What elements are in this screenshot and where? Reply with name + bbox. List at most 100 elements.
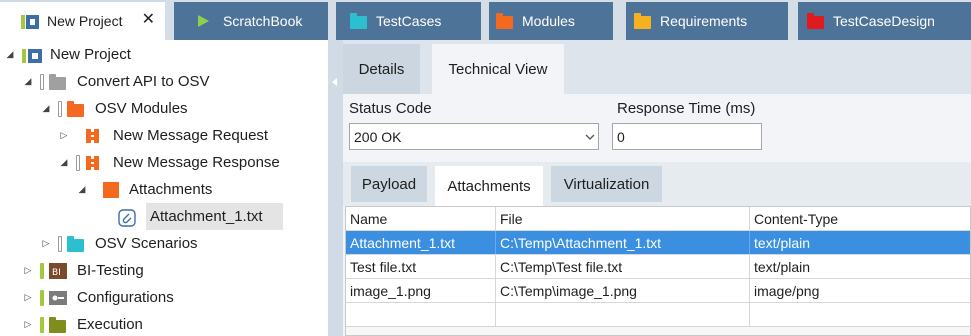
cell-name: image_1.png: [346, 279, 496, 302]
tab-modules[interactable]: Modules: [489, 2, 613, 40]
chevron-down-icon[interactable]: [581, 124, 598, 149]
response-time-label: Response Time (ms): [617, 100, 756, 117]
folder-gray-icon: [49, 73, 67, 90]
expand-icon[interactable]: ▷: [40, 238, 52, 249]
tree-item-label: Attachment_1.txt: [146, 203, 283, 230]
expand-icon[interactable]: ◢: [58, 157, 70, 168]
detail-panel: Details Technical View Status Code Respo…: [343, 40, 971, 336]
status-marker: [40, 73, 44, 90]
tree-item-label: Configurations: [77, 289, 174, 306]
folder-orange-icon: [496, 13, 514, 29]
close-icon[interactable]: ✕: [142, 12, 155, 28]
tab-testcases[interactable]: TestCases: [336, 2, 481, 40]
status-marker: [94, 182, 98, 198]
folder-orange-icon: [103, 181, 119, 198]
tree-item-new-project[interactable]: ◢ New Project: [4, 41, 131, 68]
play-icon: [198, 15, 209, 27]
status-code-value: 200 OK: [354, 128, 402, 145]
cell-content-type[interactable]: [750, 303, 970, 326]
expand-icon[interactable]: ◢: [22, 76, 34, 87]
tab-technical-view[interactable]: Technical View: [432, 44, 564, 94]
new-row[interactable]: [346, 303, 970, 327]
tab-payload[interactable]: Payload: [351, 166, 427, 202]
cell-file: C:\Temp\Test file.txt: [496, 255, 750, 278]
expand-icon[interactable]: ◢: [4, 49, 16, 60]
expand-icon[interactable]: ▷: [22, 292, 34, 303]
status-marker: [40, 262, 44, 279]
column-header-file[interactable]: File: [496, 207, 750, 230]
status-marker: [76, 128, 80, 144]
expand-icon[interactable]: ◢: [40, 103, 52, 114]
tab-details[interactable]: Details: [343, 44, 420, 94]
status-code-select[interactable]: 200 OK: [349, 123, 599, 150]
tree-item-configurations[interactable]: ▷ Configurations: [22, 284, 174, 311]
status-marker: [76, 154, 80, 171]
tab-new-project[interactable]: New Project ✕: [0, 0, 165, 40]
table-row[interactable]: Test file.txt C:\Temp\Test file.txt text…: [346, 255, 970, 279]
expand-icon[interactable]: ◢: [76, 184, 88, 195]
status-marker: [40, 289, 44, 306]
tab-scratchbook[interactable]: ScratchBook: [174, 2, 328, 40]
tab-attachments[interactable]: Attachments: [435, 166, 543, 206]
module-icon: [85, 155, 103, 171]
tree-item-osv-modules[interactable]: ◢ OSV Modules: [40, 95, 188, 122]
folder-olive-icon: [49, 316, 67, 333]
cell-content-type: text/plain: [754, 258, 811, 275]
svg-text:BI: BI: [52, 268, 61, 278]
table-row[interactable]: Attachment_1.txt C:\Temp\Attachment_1.tx…: [346, 231, 970, 255]
cell-file[interactable]: [496, 303, 750, 326]
collapse-arrow-icon[interactable]: [332, 78, 337, 86]
tree-item-label: New Message Response: [113, 154, 280, 171]
cell-content-type: text/plain: [754, 234, 811, 251]
tree-item-bi-testing[interactable]: ▷ BI BI-Testing: [22, 257, 144, 284]
tree-item-attachment-1[interactable]: Attachment_1.txt: [94, 203, 283, 230]
status-marker: [58, 100, 62, 117]
project-icon: [22, 47, 42, 63]
tree-item-label: OSV Scenarios: [95, 235, 198, 252]
tab-label: Requirements: [660, 13, 748, 29]
cell-name[interactable]: [346, 303, 496, 326]
tree-item-label: Convert API to OSV: [77, 73, 210, 90]
attachments-grid: Name File Content-Type Attachment_1.txt …: [345, 206, 971, 336]
column-header-name[interactable]: Name: [346, 207, 496, 230]
tab-label: Virtualization: [563, 175, 650, 193]
tree-item-new-message-request[interactable]: ▷ New Message Request: [58, 122, 269, 149]
tree-item-label: BI-Testing: [77, 262, 144, 279]
tab-label: Attachments: [447, 177, 531, 195]
tab-virtualization[interactable]: Virtualization: [551, 166, 662, 202]
project-tree: ◢ New Project ◢ Convert API to OSV ◢ OSV…: [0, 40, 328, 336]
panel-splitter[interactable]: [328, 40, 343, 336]
tab-label: Technical View: [448, 60, 548, 78]
document-tab-strip: New Project ✕ ScratchBook TestCases Modu…: [0, 0, 971, 40]
tree-item-execution[interactable]: ▷ Execution: [22, 311, 143, 336]
response-time-input[interactable]: 0: [612, 123, 762, 150]
folder-red-icon: [807, 13, 825, 29]
tree-item-convert-api[interactable]: ◢ Convert API to OSV: [22, 68, 210, 95]
project-icon: [21, 13, 39, 29]
expand-icon[interactable]: ▷: [22, 265, 34, 276]
column-header-content-type[interactable]: Content-Type: [750, 207, 970, 230]
tab-label: Payload: [361, 175, 417, 193]
tree-item-attachments[interactable]: ◢ Attachments: [76, 176, 213, 203]
tab-requirements[interactable]: Requirements: [626, 2, 788, 40]
module-icon: [85, 128, 103, 144]
tree-item-osv-scenarios[interactable]: ▷ OSV Scenarios: [40, 230, 198, 257]
status-marker: [58, 235, 62, 252]
folder-yellow-icon: [634, 13, 652, 29]
tab-testcasedesign[interactable]: TestCaseDesign: [798, 2, 971, 40]
tree-item-new-message-response[interactable]: ◢ New Message Response: [58, 149, 280, 176]
tab-label: New Project: [47, 13, 123, 29]
tree-item-label: Attachments: [129, 181, 213, 198]
cell-file: C:\Temp\Attachment_1.txt: [496, 231, 750, 254]
tree-item-label: New Project: [50, 46, 131, 63]
expand-icon[interactable]: ▷: [22, 319, 34, 330]
cell-content-type: image/png: [754, 282, 820, 299]
cell-file: C:\Temp\image_1.png: [496, 279, 750, 302]
paperclip-icon: [118, 208, 136, 227]
table-row[interactable]: image_1.png C:\Temp\image_1.png image/pn…: [346, 279, 970, 303]
response-time-value: 0: [617, 128, 625, 145]
tab-label: Details: [358, 60, 405, 78]
config-icon: [49, 290, 67, 306]
bi-icon: BI: [49, 262, 67, 279]
expand-icon[interactable]: ▷: [58, 130, 70, 141]
